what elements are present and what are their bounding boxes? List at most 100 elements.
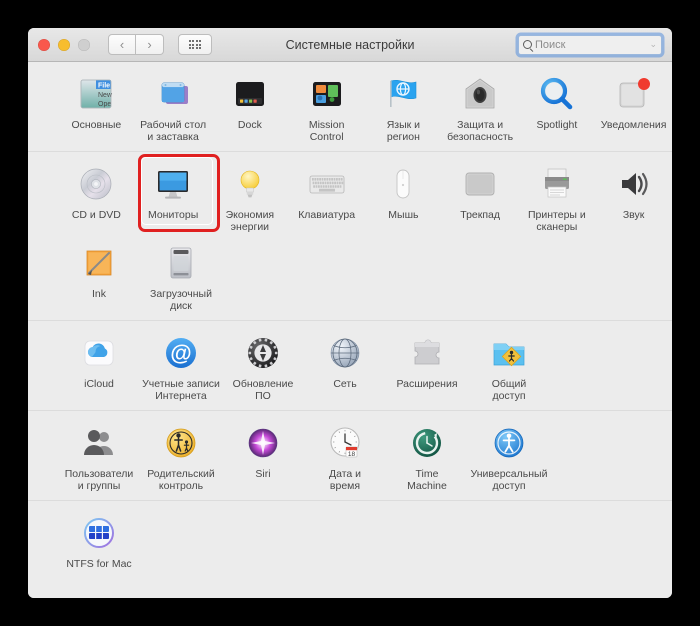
pref-pane-users-groups[interactable]: Пользователи и группы — [58, 417, 140, 496]
traffic-lights — [38, 38, 90, 51]
svg-text:@: @ — [170, 341, 191, 366]
pref-pane-time-machine[interactable]: Time Machine — [386, 417, 468, 496]
spotlight-icon — [537, 74, 577, 114]
pref-row: NTFS for Mac — [28, 507, 672, 574]
pref-pane-label: Звук — [622, 209, 645, 221]
zoom-button — [78, 38, 90, 51]
language-region-icon — [383, 74, 423, 114]
dock-icon — [230, 74, 270, 114]
pref-pane-label: Time Machine — [407, 468, 447, 492]
pref-pane-energy-saver[interactable]: Экономия энергии — [212, 158, 289, 237]
forward-button[interactable]: › — [136, 34, 164, 55]
pref-pane-label: Дата и время — [328, 468, 362, 492]
pref-pane-desktop-screensaver[interactable]: Рабочий стол и заставка — [135, 68, 212, 147]
minimize-button[interactable] — [58, 38, 70, 51]
pref-pane-sound[interactable]: Звук — [595, 158, 672, 237]
sound-icon — [614, 164, 654, 204]
window-titlebar: ‹ › Системные настройки Поиск ⌄ — [28, 28, 672, 62]
pref-pane-dock[interactable]: Dock — [212, 68, 289, 147]
pref-pane-sharing[interactable]: Общий доступ — [468, 327, 550, 406]
pref-row: Пользователи и группы Родительский контр… — [28, 417, 672, 496]
pref-pane-label: Мониторы — [147, 209, 199, 221]
pref-pane-general[interactable]: File New Ope Основные — [58, 68, 135, 147]
icloud-icon — [79, 333, 119, 373]
pref-pane-label: Spotlight — [536, 119, 578, 131]
nav-button-group: ‹ › — [108, 34, 164, 55]
cd-dvd-icon — [76, 164, 116, 204]
pref-pane-startup-disk[interactable]: Загрузочный диск — [140, 237, 222, 316]
siri-icon — [243, 423, 283, 463]
pref-pane-label: Уведомления — [600, 119, 667, 131]
trackpad-icon — [460, 164, 500, 204]
pref-pane-keyboard[interactable]: Клавиатура — [288, 158, 365, 237]
pref-section-internet: iCloud @ Учетные записи Интернета Обновле… — [28, 321, 672, 411]
pref-pane-parental-controls[interactable]: Родительский контроль — [140, 417, 222, 496]
chevron-left-icon: ‹ — [119, 37, 125, 52]
pref-pane-accessibility[interactable]: Универсальный доступ — [468, 417, 550, 496]
pref-row: File New Ope Основные Рабочий стол и зас… — [28, 68, 672, 147]
pref-row: Ink Загрузочный диск — [28, 237, 672, 316]
show-all-button[interactable] — [178, 34, 212, 55]
pref-pane-date-time[interactable]: 18 Дата и время — [304, 417, 386, 496]
time-machine-icon — [407, 423, 447, 463]
pref-pane-label: Учетные записи Интернета — [142, 378, 220, 402]
pref-pane-extensions[interactable]: Расширения — [386, 327, 468, 406]
pref-pane-label: Трекпад — [460, 209, 500, 221]
sharing-icon — [489, 333, 529, 373]
pref-pane-printers-scanners[interactable]: Принтеры и сканеры — [519, 158, 596, 237]
grid-dots-icon — [188, 39, 202, 50]
pref-pane-security-privacy[interactable]: Защита и безопасность — [442, 68, 519, 147]
pref-pane-label: Основные — [71, 119, 122, 131]
pref-pane-label: Ink — [91, 288, 106, 300]
pref-pane-icloud[interactable]: iCloud — [58, 327, 140, 406]
pref-pane-label: Универсальный доступ — [470, 468, 548, 492]
software-update-icon — [243, 333, 283, 373]
pref-pane-spotlight[interactable]: Spotlight — [519, 68, 596, 147]
pref-section-personal: File New Ope Основные Рабочий стол и зас… — [28, 62, 672, 152]
startup-disk-icon — [161, 243, 201, 283]
printers-scanners-icon — [537, 164, 577, 204]
search-icon — [523, 40, 532, 49]
svg-text:18: 18 — [348, 451, 356, 458]
close-button[interactable] — [38, 38, 50, 51]
pref-pane-ntfs-for-mac[interactable]: NTFS for Mac — [58, 507, 140, 574]
pref-pane-label: Расширения — [396, 378, 458, 390]
pref-pane-label: Сеть — [333, 378, 357, 390]
pref-pane-label: Dock — [237, 119, 262, 131]
preferences-grid: File New Ope Основные Рабочий стол и зас… — [28, 62, 672, 598]
pref-pane-mission-control[interactable]: Mission Control — [288, 68, 365, 147]
pref-pane-displays[interactable]: Мониторы — [135, 154, 220, 237]
pref-pane-label: Принтеры и сканеры — [528, 209, 586, 233]
ink-icon — [79, 243, 119, 283]
pref-pane-ink[interactable]: Ink — [58, 237, 140, 316]
pref-pane-siri[interactable]: Siri — [222, 417, 304, 496]
pref-pane-notifications[interactable]: Уведомления — [595, 68, 672, 147]
pref-pane-language-region[interactable]: Язык и регион — [365, 68, 442, 147]
search-input[interactable]: Поиск ⌄ — [518, 34, 662, 55]
date-time-icon: 18 — [325, 423, 365, 463]
pref-section-system: Пользователи и группы Родительский контр… — [28, 411, 672, 501]
pref-pane-internet-accounts[interactable]: @ Учетные записи Интернета — [140, 327, 222, 406]
pref-pane-network[interactable]: Сеть — [304, 327, 386, 406]
back-button[interactable]: ‹ — [108, 34, 136, 55]
pref-pane-label: Язык и регион — [386, 119, 421, 143]
pref-section-hardware: CD и DVD Мониторы Экономия энергии Клави… — [28, 152, 672, 321]
pref-pane-trackpad[interactable]: Трекпад — [442, 158, 519, 237]
desktop-screensaver-icon — [153, 74, 193, 114]
search-clear-icon[interactable]: ⌄ — [649, 39, 657, 50]
ntfs-for-mac-icon — [79, 513, 119, 553]
pref-pane-label: NTFS for Mac — [66, 558, 132, 570]
pref-pane-cd-dvd[interactable]: CD и DVD — [58, 158, 135, 237]
general-icon: File New Ope — [76, 74, 116, 114]
extensions-icon — [407, 333, 447, 373]
pref-pane-label: Клавиатура — [298, 209, 356, 221]
energy-saver-icon — [230, 164, 270, 204]
pref-pane-label: Общий доступ — [491, 378, 527, 402]
pref-pane-label: Родительский контроль — [147, 468, 215, 492]
pref-pane-mouse[interactable]: Мышь — [365, 158, 442, 237]
pref-pane-software-update[interactable]: Обновление ПО — [222, 327, 304, 406]
notifications-icon — [614, 74, 654, 114]
pref-pane-label: Рабочий стол и заставка — [140, 119, 207, 143]
mission-control-icon — [307, 74, 347, 114]
pref-row: iCloud @ Учетные записи Интернета Обновле… — [28, 327, 672, 406]
